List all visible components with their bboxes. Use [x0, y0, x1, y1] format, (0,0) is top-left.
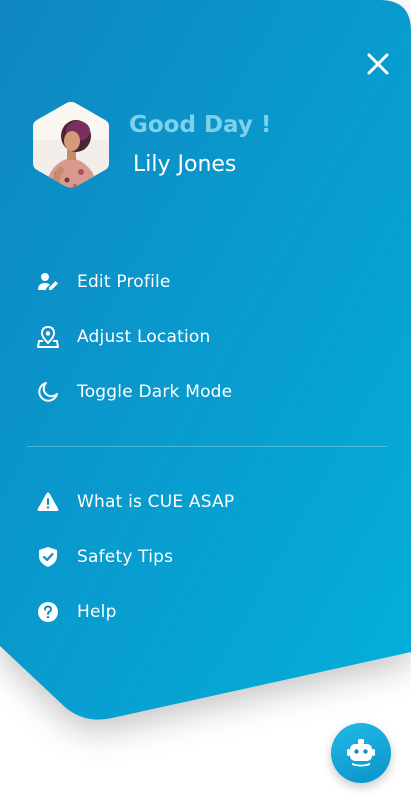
navigation-drawer-screen: Good Day ! Lily Jones Edit Profile Adjus…: [0, 0, 411, 803]
shield-check-icon: [39, 547, 57, 567]
menu-item-adjust-location[interactable]: Adjust Location: [36, 322, 210, 352]
menu-label: Adjust Location: [77, 327, 211, 347]
menu-label: What is CUE ASAP: [77, 492, 235, 512]
user-name: Lily Jones: [133, 152, 237, 177]
help-circle-icon: [38, 602, 58, 622]
close-button[interactable]: [362, 48, 394, 80]
menu-item-what-is-cue-asap[interactable]: What is CUE ASAP: [36, 487, 234, 517]
menu-item-help[interactable]: Help: [36, 597, 117, 627]
location-pin-icon: [37, 325, 59, 348]
warning-icon: [37, 492, 59, 511]
chatbot-button[interactable]: [331, 723, 391, 783]
menu-item-toggle-dark-mode[interactable]: Toggle Dark Mode: [36, 377, 232, 407]
menu-label: Safety Tips: [77, 547, 174, 567]
menu-item-safety-tips[interactable]: Safety Tips: [36, 542, 173, 572]
robot-icon: [347, 739, 375, 767]
user-edit-icon: [38, 273, 58, 290]
menu-divider: [27, 446, 387, 447]
moon-icon: [38, 382, 58, 402]
close-icon: [367, 53, 389, 75]
menu-item-edit-profile[interactable]: Edit Profile: [36, 267, 171, 297]
avatar[interactable]: [31, 100, 111, 190]
menu-label: Help: [77, 602, 117, 622]
menu-label: Toggle Dark Mode: [77, 382, 233, 402]
greeting-text: Good Day !: [129, 112, 272, 138]
menu-label: Edit Profile: [77, 272, 171, 292]
